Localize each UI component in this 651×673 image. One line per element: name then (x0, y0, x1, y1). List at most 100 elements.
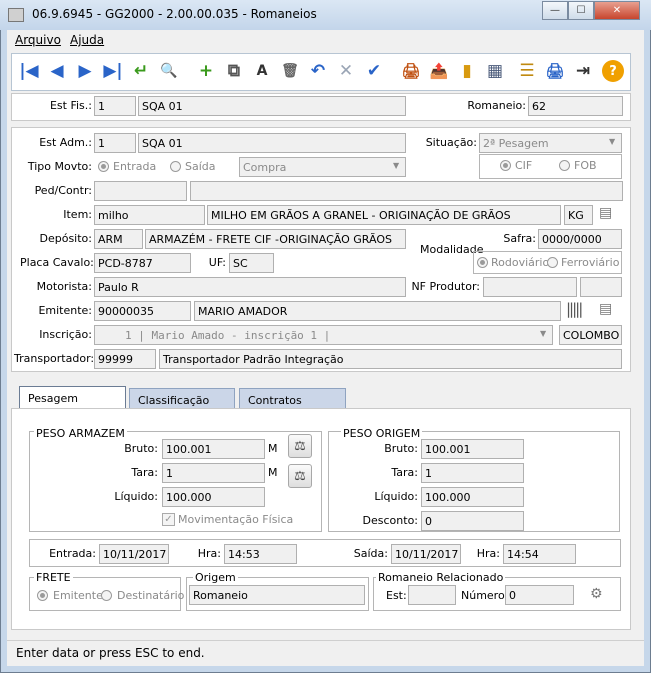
book-icon[interactable]: ▮ (456, 60, 478, 82)
nf-produtor-label: NF Produtor: (411, 280, 480, 293)
frete-destinatario-label: Destinatário (117, 589, 185, 602)
pa-bruto-label: Bruto: (124, 442, 158, 455)
emitente-name: MARIO AMADOR (194, 301, 561, 321)
cidade-field: COLOMBO (559, 325, 622, 345)
item-desc: MILHO EM GRÃOS A GRANEL - ORIGINAÇÃO DE … (207, 205, 561, 225)
rel-numero-label: Número: (461, 589, 509, 602)
tree-icon[interactable]: ☰ (516, 60, 538, 82)
deposito-code[interactable]: ARM (94, 229, 143, 249)
ferroviario-label: Ferroviário (561, 256, 620, 269)
safra-field[interactable]: 0000/0000 (538, 229, 622, 249)
nf-produtor-field[interactable] (483, 277, 577, 297)
app-icon (8, 8, 24, 22)
frete-emitente-radio[interactable] (37, 590, 48, 601)
item-info-icon[interactable]: ▤ (599, 205, 612, 221)
saida-hora-label: Hra: (476, 547, 500, 560)
uf-field[interactable]: SC (229, 253, 274, 273)
situacao-dropdown-icon[interactable]: ▼ (609, 137, 615, 146)
ferroviario-radio[interactable] (547, 257, 558, 268)
transportador-label: Transportador: (14, 352, 95, 365)
pa-tara-field[interactable]: 1 (162, 463, 265, 483)
entrada-data-field: 10/11/2017 (99, 544, 169, 564)
print-icon[interactable]: 🖨 (544, 60, 566, 82)
entrada-radio[interactable] (98, 161, 109, 172)
mov-fisica-checkbox[interactable]: ✓ (162, 513, 175, 526)
enter-icon[interactable]: ↵ (130, 60, 152, 82)
menu-arquivo[interactable]: Arquivo (15, 33, 61, 47)
tab-pesagem[interactable]: Pesagem (19, 386, 126, 408)
cancel-icon[interactable]: ✕ (335, 60, 357, 82)
zoom-icon[interactable]: 🔍 (158, 60, 180, 82)
rodoviario-radio[interactable] (477, 257, 488, 268)
help-icon[interactable]: ? (602, 60, 624, 82)
est-fis-label: Est Fis.: (49, 99, 92, 112)
tab-contratos[interactable]: Contratos (239, 388, 346, 410)
new-record-icon[interactable]: + (195, 60, 217, 82)
tab-classificacao[interactable]: Classificação (129, 388, 235, 410)
transportador-code[interactable]: 99999 (94, 349, 156, 369)
situacao-select[interactable]: 2ª Pesagem (479, 133, 622, 153)
status-text: Enter data or press ESC to end. (16, 646, 205, 660)
pa-bruto-field[interactable]: 100.001 (162, 439, 265, 459)
pa-bruto-scale-icon[interactable]: ⚖ (288, 434, 312, 458)
print-user-icon[interactable]: 🖨 (400, 60, 422, 82)
pa-tara-scale-icon[interactable]: ⚖ (288, 464, 312, 488)
undo-icon[interactable]: ↶ (307, 60, 329, 82)
pa-liquido-field: 100.000 (162, 487, 265, 507)
inscricao-dropdown-icon[interactable]: ▼ (540, 329, 546, 338)
menu-ajuda[interactable]: Ajuda (70, 33, 104, 47)
rel-est-field[interactable] (408, 585, 456, 605)
entrada-data-label: Entrada: (49, 547, 96, 560)
prev-record-icon[interactable]: ◀ (46, 60, 68, 82)
calc-icon[interactable]: ▦ (484, 60, 506, 82)
pa-liquido-label: Líquido: (114, 490, 158, 503)
compra-select[interactable]: Compra (239, 157, 406, 177)
po-bruto-field[interactable]: 100.001 (421, 439, 524, 459)
close-button[interactable]: ✕ (594, 1, 640, 20)
inscricao-select[interactable]: 1 | Mario Amado - inscrição 1 | (94, 325, 553, 345)
item-code[interactable]: milho (94, 205, 205, 225)
po-desconto-field: 0 (421, 511, 524, 531)
minimize-button[interactable]: — (542, 1, 568, 20)
romaneio-relacionado-title: Romaneio Relacionado (376, 571, 506, 584)
est-fis-code: 1 (94, 96, 136, 116)
po-desconto-label: Desconto: (362, 514, 418, 527)
export-icon[interactable]: 📤 (428, 60, 450, 82)
emitente-code[interactable]: 90000035 (94, 301, 191, 321)
mov-fisica-label: Movimentação Física (178, 513, 294, 526)
first-record-icon[interactable]: |◀ (18, 60, 40, 82)
frete-destinatario-radio[interactable] (101, 590, 112, 601)
next-record-icon[interactable]: ▶ (74, 60, 96, 82)
romaneio-label: Romaneio: (467, 99, 526, 112)
copy-record-icon[interactable]: ⧉ (223, 60, 245, 82)
rel-numero-field[interactable]: 0 (505, 585, 574, 605)
confirm-icon[interactable]: ✔ (363, 60, 385, 82)
po-liquido-field: 100.000 (421, 487, 524, 507)
tipo-movto-label: Tipo Movto: (27, 160, 92, 173)
window-title: 06.9.6945 - GG2000 - 2.00.00.035 - Roman… (32, 7, 317, 21)
cif-label: CIF (515, 159, 533, 172)
po-tara-field[interactable]: 1 (421, 463, 524, 483)
fob-radio[interactable] (559, 160, 570, 171)
fob-label: FOB (574, 159, 597, 172)
barcode-icon[interactable]: ||||| (566, 300, 583, 318)
exit-icon[interactable]: ⇥ (572, 60, 594, 82)
motorista-field[interactable]: Paulo R (94, 277, 406, 297)
maximize-button[interactable]: ☐ (568, 1, 594, 20)
ped-contr-field[interactable] (94, 181, 187, 201)
last-record-icon[interactable]: ▶| (102, 60, 124, 82)
rodoviario-label: Rodoviário (491, 256, 550, 269)
saida-radio[interactable] (170, 161, 181, 172)
frete-emitente-label: Emitente (53, 589, 103, 602)
pa-tara-label: Tara: (131, 466, 158, 479)
est-fis-name: SQA 01 (138, 96, 406, 116)
rel-search-icon[interactable]: ⚙ (590, 586, 603, 602)
placa-field[interactable]: PCD-8787 (94, 253, 191, 273)
emitente-info-icon[interactable]: ▤ (599, 301, 612, 317)
compra-dropdown-icon[interactable]: ▼ (393, 161, 399, 170)
text-edit-icon[interactable]: A (251, 60, 273, 82)
delete-icon[interactable]: 🗑 (279, 60, 301, 82)
nf-serie-field[interactable] (580, 277, 622, 297)
frete-title: FRETE (34, 571, 73, 584)
cif-radio[interactable] (500, 160, 511, 171)
